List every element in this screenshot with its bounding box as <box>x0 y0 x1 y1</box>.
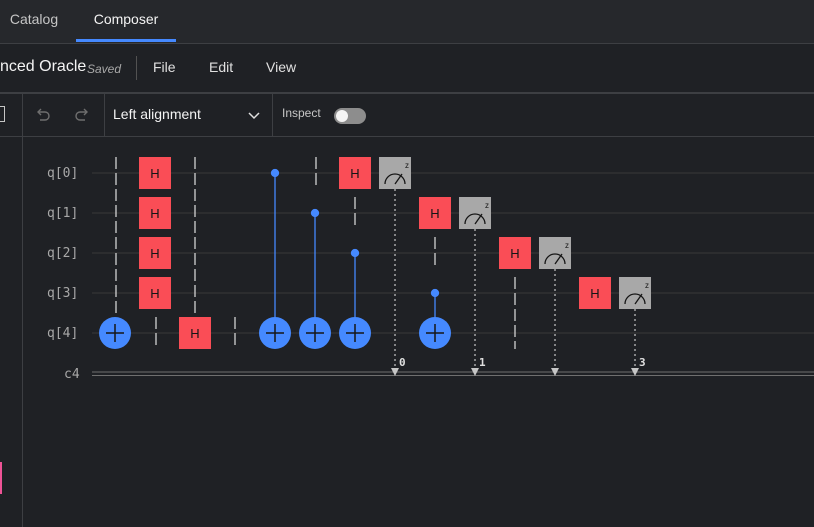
alignment-select[interactable]: Left alignment <box>105 94 271 136</box>
classical-bit-index: 1 <box>479 356 486 369</box>
inspect-label: Inspect <box>282 106 321 120</box>
plus-gate-icon[interactable] <box>419 317 451 349</box>
qubit-label: q[4] <box>47 326 78 341</box>
chevron-down-icon <box>248 112 260 120</box>
svg-text:H: H <box>150 206 159 221</box>
panel-toggle-icon[interactable] <box>0 106 5 122</box>
measure-gate[interactable]: z <box>539 237 571 269</box>
menu-bar: nced Oracle Saved File Edit View <box>0 44 814 94</box>
menu-view[interactable]: View <box>266 59 296 75</box>
qubit-label: q[1] <box>47 206 78 221</box>
toolbar-divider <box>272 94 273 136</box>
hadamard-gate[interactable]: H <box>179 317 211 349</box>
hadamard-gate[interactable]: H <box>499 237 531 269</box>
svg-text:z: z <box>565 241 569 250</box>
classical-register-label: c4 <box>64 367 80 382</box>
tab-catalog[interactable]: Catalog <box>0 0 68 42</box>
plus-gate-icon[interactable] <box>259 317 291 349</box>
tab-bar: Catalog Composer <box>0 0 814 44</box>
svg-text:z: z <box>485 201 489 210</box>
measure-gate[interactable]: z <box>379 157 411 189</box>
classical-bit-index: 3 <box>639 356 646 369</box>
qubit-label: q[2] <box>47 246 78 261</box>
undo-icon[interactable] <box>34 106 52 124</box>
svg-text:z: z <box>405 161 409 170</box>
menu-file[interactable]: File <box>153 59 176 75</box>
left-panel <box>0 137 23 527</box>
toolbar-divider <box>22 94 23 136</box>
hadamard-gate[interactable]: H <box>419 197 451 229</box>
alignment-select-value: Left alignment <box>113 106 201 122</box>
document-title[interactable]: nced Oracle <box>0 58 86 76</box>
svg-text:H: H <box>150 166 159 181</box>
inspect-toggle-knob <box>336 110 348 122</box>
hadamard-gate[interactable]: H <box>139 237 171 269</box>
svg-text:H: H <box>150 246 159 261</box>
circuit-toolbar: Left alignment Inspect <box>0 94 814 137</box>
svg-text:H: H <box>430 206 439 221</box>
cnot-gate[interactable] <box>310 208 320 334</box>
hadamard-gate[interactable]: H <box>339 157 371 189</box>
hadamard-gate[interactable]: H <box>139 197 171 229</box>
qubit-label: q[0] <box>47 166 78 181</box>
inspect-toggle[interactable] <box>334 108 366 124</box>
classical-wire <box>92 371 814 376</box>
svg-text:H: H <box>150 286 159 301</box>
circuit-canvas[interactable]: q[0] q[1] q[2] q[3] q[4] c4 H H H H H H … <box>22 137 814 527</box>
plus-gate-icon[interactable] <box>299 317 331 349</box>
svg-text:H: H <box>350 166 359 181</box>
svg-text:H: H <box>190 326 199 341</box>
plus-gate-icon[interactable] <box>339 317 371 349</box>
measure-gate[interactable]: z <box>459 197 491 229</box>
qubit-label: q[3] <box>47 286 78 301</box>
hadamard-gate[interactable]: H <box>139 277 171 309</box>
svg-text:z: z <box>645 281 649 290</box>
plus-gate-icon[interactable] <box>99 317 131 349</box>
menu-divider <box>136 56 137 80</box>
save-status: Saved <box>87 62 122 76</box>
panel-marker <box>0 462 2 494</box>
hadamard-gate[interactable]: H <box>139 157 171 189</box>
cnot-gate[interactable] <box>270 168 280 334</box>
svg-text:H: H <box>590 286 599 301</box>
qubit-wires <box>92 172 814 334</box>
measure-gate[interactable]: z <box>619 277 651 309</box>
svg-text:H: H <box>510 246 519 261</box>
menu-edit[interactable]: Edit <box>209 59 233 75</box>
classical-bit-index: 0 <box>399 356 406 369</box>
hadamard-gate[interactable]: H <box>579 277 611 309</box>
redo-icon[interactable] <box>73 106 91 124</box>
tab-composer[interactable]: Composer <box>76 0 176 42</box>
